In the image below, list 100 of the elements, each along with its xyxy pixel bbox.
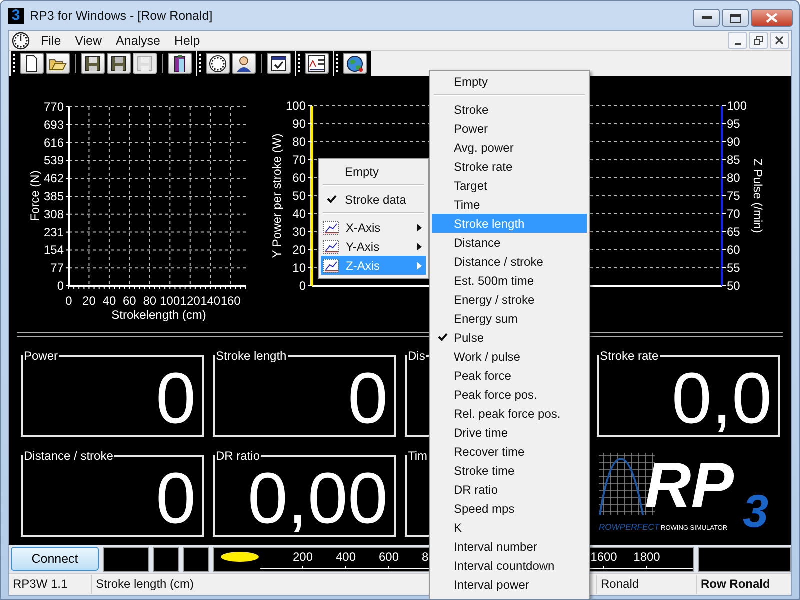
y-tick-label: 308: [44, 207, 64, 222]
minimize-button[interactable]: [728, 32, 747, 49]
close-icon: [766, 13, 778, 23]
menu-item[interactable]: File: [34, 34, 68, 48]
chart-icon: [323, 220, 339, 234]
menu-item[interactable]: X-Axis: [321, 218, 426, 237]
z-tick-label: 80: [727, 171, 741, 185]
x-tick-label: 0: [66, 294, 72, 308]
y-tick-label: 0: [57, 279, 64, 293]
y-tick-label: 40: [292, 207, 306, 221]
menu-item[interactable]: Distance / stroke: [432, 252, 587, 271]
connect-button[interactable]: Connect: [11, 547, 99, 571]
chart-button[interactable]: [305, 53, 329, 74]
menu-item[interactable]: Distance: [432, 233, 587, 252]
x-axis-title: Strokelength (cm): [112, 308, 206, 322]
minimize-button[interactable]: [693, 9, 720, 27]
menu-item[interactable]: Work / pulse: [432, 347, 587, 366]
readout-label: Stroke rate: [599, 349, 660, 363]
restore-button[interactable]: [749, 32, 768, 49]
z-tick-label: 90: [727, 135, 741, 149]
menu-item[interactable]: Peak force pos.: [432, 385, 587, 404]
y-tick-label: 100: [286, 99, 306, 113]
logo-text: RP: [645, 449, 734, 521]
menu-item[interactable]: K: [432, 518, 587, 537]
x-tick-label: 20: [82, 294, 96, 308]
display-box: [103, 546, 149, 572]
open-folder-button[interactable]: [46, 53, 70, 74]
menu-item[interactable]: Energy / stroke: [432, 290, 587, 309]
menu-item[interactable]: Peak force: [432, 366, 587, 385]
y-tick-label: 385: [44, 190, 64, 204]
menu-item[interactable]: Pulse: [432, 328, 587, 347]
y-tick-label: 616: [44, 136, 64, 150]
submenu-arrow-icon: [417, 242, 422, 250]
y-tick-label: 231: [44, 225, 64, 240]
x-tick-label: 80: [143, 294, 157, 308]
checklist-button[interactable]: [267, 53, 291, 74]
menu-item[interactable]: Interval number: [432, 537, 587, 556]
y-axis-title: Force (N): [28, 170, 42, 222]
new-file-button[interactable]: [20, 53, 44, 74]
menu-item[interactable]: Y-Axis: [321, 237, 426, 256]
y-tick-label: 70: [292, 153, 306, 167]
menu-item[interactable]: Stroke: [432, 100, 587, 119]
menu-item[interactable]: Time: [432, 195, 587, 214]
status-text: Ronald: [597, 575, 697, 594]
maximize-icon: [730, 14, 741, 22]
menu-item[interactable]: Avg. power: [432, 138, 587, 157]
x-tick-label: 120: [180, 294, 200, 308]
z-tick-label: 95: [727, 117, 741, 131]
close-button[interactable]: [770, 32, 789, 49]
readout-value: 0,0: [670, 363, 772, 435]
menu-item[interactable]: Est. 500m time: [432, 271, 587, 290]
maximize-button[interactable]: [722, 9, 749, 27]
ruler-label: 1600: [590, 550, 618, 564]
globe-button[interactable]: [343, 53, 367, 74]
menu-item[interactable]: Interval countdown: [432, 556, 587, 575]
x-tick-label: 140: [200, 294, 221, 308]
readout-label: Distance / stroke: [23, 449, 114, 463]
menu-item[interactable]: DR ratio: [432, 480, 587, 499]
menu-item[interactable]: Drive time: [432, 423, 587, 442]
y-tick-label: 693: [44, 118, 64, 132]
y-tick-label: 80: [292, 135, 306, 149]
gauge-icon[interactable]: [12, 32, 30, 50]
menu-item[interactable]: Empty: [432, 72, 587, 91]
menu-item[interactable]: Power: [432, 119, 587, 138]
menu-item[interactable]: Speed mps: [432, 499, 587, 518]
menu-item[interactable]: Stroke time: [432, 461, 587, 480]
menu-item[interactable]: Interval power: [432, 575, 587, 594]
menu-item[interactable]: View: [68, 34, 110, 48]
menu-item[interactable]: Analyse: [109, 34, 168, 48]
menu-item[interactable]: Stroke data: [321, 190, 426, 209]
y-tick-label: 20: [292, 243, 306, 257]
x-tick-label: 60: [123, 294, 136, 308]
z-tick-label: 60: [727, 243, 741, 257]
menu-item[interactable]: Rel. peak force pos.: [432, 404, 587, 423]
y-tick-label: 462: [44, 172, 64, 186]
z-tick-label: 70: [727, 207, 741, 221]
menu-item[interactable]: Recover time: [432, 442, 587, 461]
readout-label: Dis: [407, 349, 426, 363]
close-button[interactable]: [751, 9, 793, 27]
y-tick-label: 50: [292, 189, 306, 203]
menu-item[interactable]: Energy sum: [432, 309, 587, 328]
status-text: Row Ronald: [700, 576, 772, 593]
menu-item[interactable]: Help: [168, 34, 208, 48]
z-tick-label: 85: [727, 153, 741, 167]
readout-label: Stroke length: [215, 349, 288, 363]
readout-label: Power: [23, 349, 60, 363]
person-button[interactable]: [232, 53, 256, 74]
door-button[interactable]: [168, 53, 192, 74]
y-axis-title: Y Power per stroke (W): [270, 134, 284, 258]
gauge-button[interactable]: [206, 53, 230, 74]
save-as-button[interactable]: [107, 53, 131, 74]
save-button[interactable]: [81, 53, 105, 74]
menu-item[interactable]: Stroke rate: [432, 157, 587, 176]
ruler-label: 200: [292, 550, 313, 564]
indicator-icon: [220, 550, 260, 562]
ruler-label: 1800: [633, 550, 660, 564]
menu-item[interactable]: Target: [432, 176, 587, 195]
menu-item[interactable]: Empty: [321, 162, 426, 181]
logo-subscript: 3: [743, 485, 769, 534]
readout-label: Tim: [407, 449, 429, 463]
